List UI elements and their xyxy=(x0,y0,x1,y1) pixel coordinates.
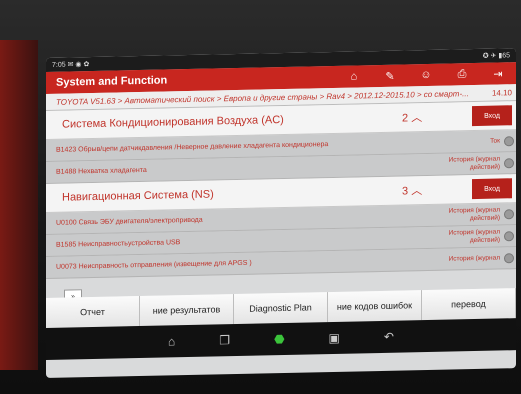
tablet-screen: 7:05 ✉ ◉ ✿ ✪ ✈ ▮65 System and Function ⌂… xyxy=(46,48,516,378)
fault-code: U0100 Связь ЭБУ двигателя/электропривода xyxy=(56,216,203,227)
system-name: Навигационная Система (NS) xyxy=(62,188,214,204)
fault-code: B1585 Неисправностьустройства USB xyxy=(56,239,181,249)
enter-button[interactable]: Вход xyxy=(472,178,512,200)
print-icon[interactable]: ⎙ xyxy=(444,63,480,86)
help-icon[interactable] xyxy=(504,157,514,168)
fault-status: История (журнал действий) xyxy=(448,227,500,244)
translate-button[interactable]: перевод xyxy=(422,288,516,321)
clear-codes-button[interactable]: ние кодов ошибок xyxy=(328,290,422,323)
system-name: Система Кондиционирования Воздуха (AC) xyxy=(62,114,284,131)
diagnostic-plan-button[interactable]: Diagnostic Plan xyxy=(234,292,328,325)
fault-count: 3 ︿ xyxy=(402,185,423,198)
help-icon[interactable] xyxy=(504,135,514,146)
help-icon[interactable] xyxy=(504,230,514,241)
chevron-up-icon: ︿ xyxy=(411,185,423,198)
status-indicators: ✪ ✈ ▮65 xyxy=(482,52,510,60)
vci-icon[interactable]: ⬣ xyxy=(274,332,284,346)
recents-icon[interactable]: ❐ xyxy=(219,333,230,347)
user-icon[interactable]: ☺ xyxy=(408,64,444,87)
fault-status: Ток xyxy=(490,136,500,145)
home-nav-icon[interactable]: ⌂ xyxy=(168,334,175,348)
back-icon[interactable]: ↶ xyxy=(384,330,394,344)
fault-status: История (журнал xyxy=(448,253,500,263)
help-icon[interactable] xyxy=(504,252,514,263)
fault-status: История (журнал действий) xyxy=(448,205,500,222)
edit-icon[interactable]: ✎ xyxy=(372,64,408,87)
battery-voltage: 14.10 xyxy=(491,87,512,98)
report-button[interactable]: Отчет xyxy=(46,296,140,328)
device-side xyxy=(0,40,38,370)
screenshot-icon[interactable]: ▣ xyxy=(329,331,340,345)
home-icon[interactable]: ⌂ xyxy=(336,65,372,88)
fault-count: 2 ︿ xyxy=(402,112,423,125)
fault-code: B1423 Обрыв/цепи датчикдавления /Неверно… xyxy=(56,141,329,154)
fault-list: Система Кондиционирования Воздуха (AC) 2… xyxy=(46,101,516,279)
chevron-up-icon: ︿ xyxy=(411,112,423,125)
fault-code: U0073 Неисправность отправления (извещен… xyxy=(56,259,252,271)
help-icon[interactable] xyxy=(504,208,514,219)
status-time: 7:05 ✉ ◉ ✿ xyxy=(52,61,90,69)
fault-code: B1488 Нехватка хладагента xyxy=(56,166,147,176)
save-results-button[interactable]: ние результатов xyxy=(140,294,234,327)
fault-status: История (журнал действий) xyxy=(448,154,500,171)
page-title: System and Function xyxy=(56,74,168,89)
enter-button[interactable]: Вход xyxy=(472,105,512,127)
exit-icon[interactable]: ⇥ xyxy=(480,62,516,85)
